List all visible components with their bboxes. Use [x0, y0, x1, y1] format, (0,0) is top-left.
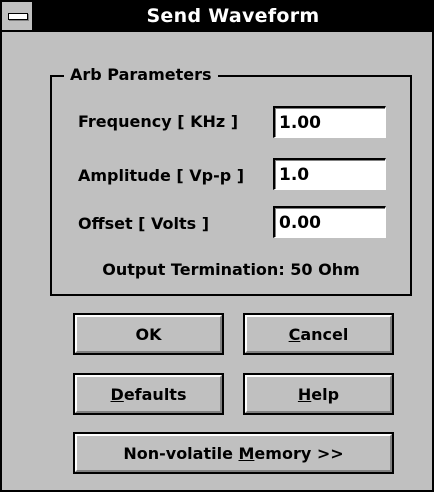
- system-menu-button[interactable]: [2, 2, 34, 30]
- arb-parameters-label: Arb Parameters: [64, 64, 218, 86]
- help-button-label: Help: [297, 384, 340, 404]
- amplitude-input[interactable]: [273, 158, 386, 190]
- offset-label: Offset [ Volts ]: [78, 214, 210, 233]
- defaults-button-face: Defaults: [75, 375, 222, 413]
- dialog-title: Send Waveform: [146, 5, 320, 27]
- defaults-button[interactable]: Defaults: [73, 373, 224, 415]
- cancel-button[interactable]: Cancel: [243, 313, 394, 355]
- defaults-button-label: Defaults: [110, 384, 187, 404]
- title-bar[interactable]: Send Waveform: [2, 2, 432, 32]
- frequency-input[interactable]: [273, 106, 386, 138]
- help-button-face: Help: [245, 375, 392, 413]
- output-termination-text: Output Termination: 50 Ohm: [102, 260, 360, 279]
- non-volatile-memory-button-face: Non-volatile Memory >>: [75, 434, 392, 472]
- ok-button[interactable]: OK: [73, 313, 224, 355]
- ok-button-label: OK: [135, 324, 162, 344]
- offset-input[interactable]: [273, 206, 386, 238]
- cancel-button-label: Cancel: [288, 324, 349, 344]
- ok-button-face: OK: [75, 315, 222, 353]
- amplitude-label: Amplitude [ Vp-p ]: [78, 166, 245, 185]
- cancel-button-face: Cancel: [245, 315, 392, 353]
- help-button[interactable]: Help: [243, 373, 394, 415]
- non-volatile-memory-button[interactable]: Non-volatile Memory >>: [73, 432, 394, 474]
- frequency-label: Frequency [ KHz ]: [78, 112, 239, 131]
- non-volatile-memory-button-label: Non-volatile Memory >>: [123, 443, 344, 463]
- send-waveform-dialog: Send Waveform Arb Parameters Frequency […: [0, 0, 434, 492]
- system-menu-icon: [8, 13, 28, 20]
